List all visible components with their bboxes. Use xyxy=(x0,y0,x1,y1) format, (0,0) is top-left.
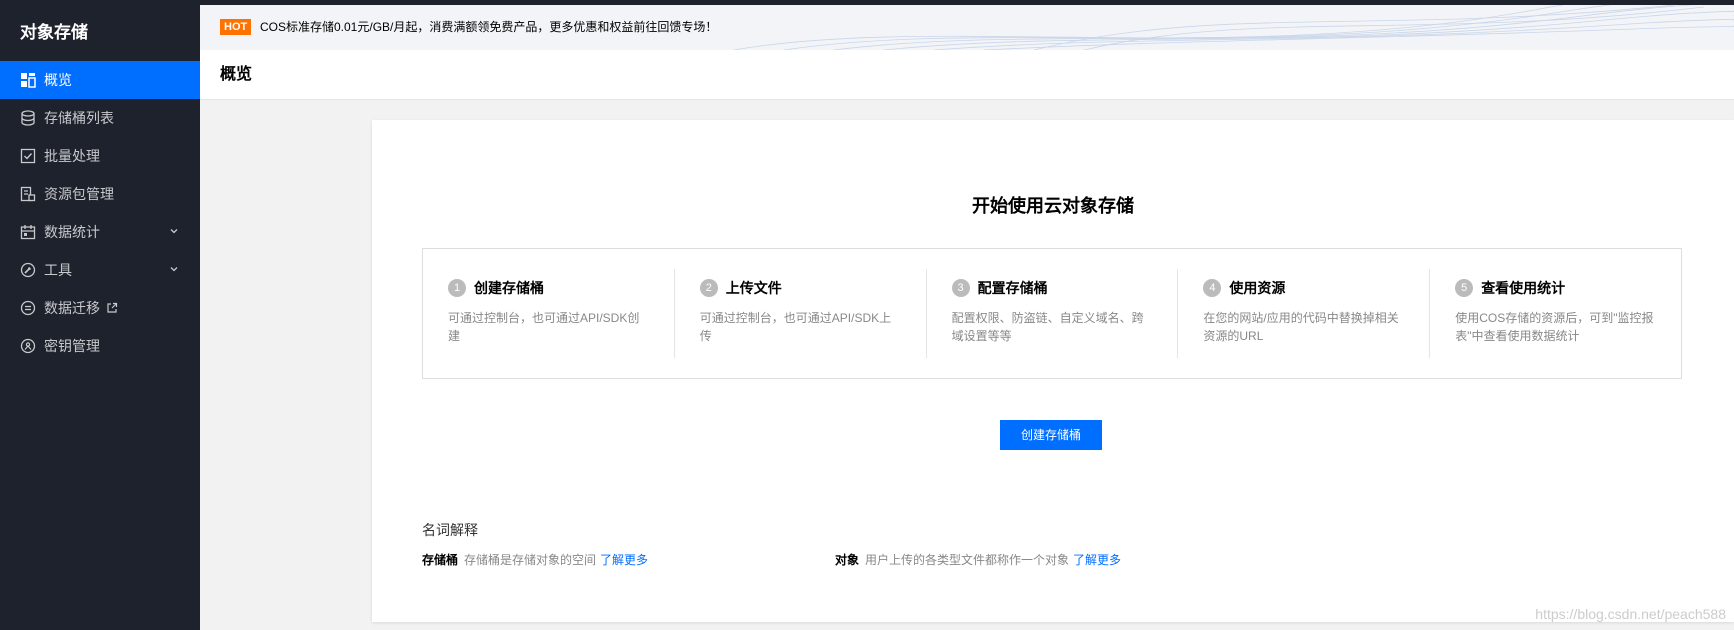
page-title: 概览 xyxy=(220,66,253,83)
step-item: 5 查看使用统计 使用COS存储的资源后，可到"监控报表"中查看使用数据统计 xyxy=(1429,269,1681,358)
banner-text[interactable]: COS标准存储0.01元/GB/月起，消费满额领免费产品，更多优惠和权益前往回馈… xyxy=(260,19,717,35)
sidebar-item-statistics[interactable]: 数据统计 xyxy=(0,213,200,251)
sidebar-item-label: 密钥管理 xyxy=(44,338,100,354)
tools-icon xyxy=(20,262,36,278)
glossary-term: 存储桶 xyxy=(422,553,459,567)
step-description: 可通过控制台，也可通过API/SDK上传 xyxy=(699,311,892,343)
sidebar-item-packages[interactable]: 资源包管理 xyxy=(0,175,200,213)
sidebar-item-label: 存储桶列表 xyxy=(44,110,114,126)
step-title: 查看使用统计 xyxy=(1481,280,1566,296)
sidebar-item-overview[interactable]: 概览 xyxy=(0,61,200,99)
step-item: 4 使用资源 在您的网站/应用的代码中替换掉相关资源的URL xyxy=(1177,269,1429,358)
glossary-item-bucket: 存储桶 存储桶是存储对象的空间 了解更多 xyxy=(422,552,648,568)
sidebar-item-batch[interactable]: 批量处理 xyxy=(0,137,200,175)
banner-wave-decoration xyxy=(734,5,1734,50)
sidebar-item-keys[interactable]: 密钥管理 xyxy=(0,327,200,365)
watermark: https://blog.csdn.net/peach588 xyxy=(1535,606,1726,622)
external-link-icon xyxy=(107,302,118,313)
step-description: 配置权限、防盗链、自定义域名、跨域设置等等 xyxy=(951,311,1144,343)
database-icon xyxy=(20,110,36,126)
hot-badge: HOT xyxy=(220,19,252,35)
steps-panel: 1 创建存储桶 可通过控制台，也可通过API/SDK创建 2 上传文件 可通过控… xyxy=(422,248,1682,379)
step-description: 可通过控制台，也可通过API/SDK创建 xyxy=(448,311,640,343)
sidebar-item-label: 资源包管理 xyxy=(44,186,114,202)
step-number: 1 xyxy=(448,279,466,297)
glossary-title: 名词解释 xyxy=(422,522,478,538)
sidebar-item-label: 概览 xyxy=(44,72,72,88)
glossary-definition: 存储桶是存储对象的空间 xyxy=(464,553,597,567)
step-number: 2 xyxy=(699,279,718,297)
page-header: 概览 xyxy=(200,50,1734,100)
grid-icon xyxy=(20,72,36,88)
step-item: 3 配置存储桶 配置权限、防盗链、自定义域名、跨域设置等等 xyxy=(925,269,1178,358)
step-number: 3 xyxy=(951,279,970,297)
getting-started-heading: 开始使用云对象存储 xyxy=(972,196,1134,216)
getting-started-card: 开始使用云对象存储 1 创建存储桶 可通过控制台，也可通过API/SDK创建 2… xyxy=(372,120,1734,622)
sidebar: 对象存储 概览 存储桶列表 批量处理 资源包管理 数据统计 工具 数据迁移 密钥… xyxy=(0,5,200,630)
step-description: 使用COS存储的资源后，可到"监控报表"中查看使用数据统计 xyxy=(1455,311,1654,343)
chevron-down-icon xyxy=(170,229,178,234)
migrate-icon xyxy=(20,300,36,316)
package-icon xyxy=(20,186,36,202)
sidebar-item-tools[interactable]: 工具 xyxy=(0,251,200,289)
learn-more-link[interactable]: 了解更多 xyxy=(600,553,648,567)
sidebar-item-label: 工具 xyxy=(44,262,72,278)
brand-title: 对象存储 xyxy=(20,23,88,42)
create-bucket-button[interactable]: 创建存储桶 xyxy=(1000,420,1102,450)
glossary-term: 对象 xyxy=(835,553,860,567)
glossary-item-object: 对象 用户上传的各类型文件都称作一个对象 了解更多 xyxy=(835,552,1121,568)
step-title: 使用资源 xyxy=(1229,280,1286,296)
sidebar-item-label: 批量处理 xyxy=(44,148,100,164)
chevron-down-icon xyxy=(170,267,178,272)
sidebar-item-bucket-list[interactable]: 存储桶列表 xyxy=(0,99,200,137)
calendar-icon xyxy=(20,224,36,240)
learn-more-link[interactable]: 了解更多 xyxy=(1073,553,1121,567)
checkbox-icon xyxy=(20,148,36,164)
step-title: 上传文件 xyxy=(725,280,782,296)
step-number: 5 xyxy=(1455,279,1474,297)
step-title: 创建存储桶 xyxy=(474,280,544,296)
sidebar-item-label: 数据统计 xyxy=(44,224,100,240)
announcement-banner[interactable]: HOT COS标准存储0.01元/GB/月起，消费满额领免费产品，更多优惠和权益… xyxy=(200,5,1734,50)
step-title: 配置存储桶 xyxy=(977,280,1048,296)
step-number: 4 xyxy=(1203,279,1222,297)
sidebar-item-label: 数据迁移 xyxy=(44,300,100,316)
glossary-definition: 用户上传的各类型文件都称作一个对象 xyxy=(865,553,1070,567)
step-item: 1 创建存储桶 可通过控制台，也可通过API/SDK创建 xyxy=(423,269,674,358)
step-item: 2 上传文件 可通过控制台，也可通过API/SDK上传 xyxy=(673,269,926,358)
key-icon xyxy=(20,338,36,354)
step-description: 在您的网站/应用的代码中替换掉相关资源的URL xyxy=(1203,311,1399,343)
sidebar-item-migration[interactable]: 数据迁移 xyxy=(0,289,200,327)
